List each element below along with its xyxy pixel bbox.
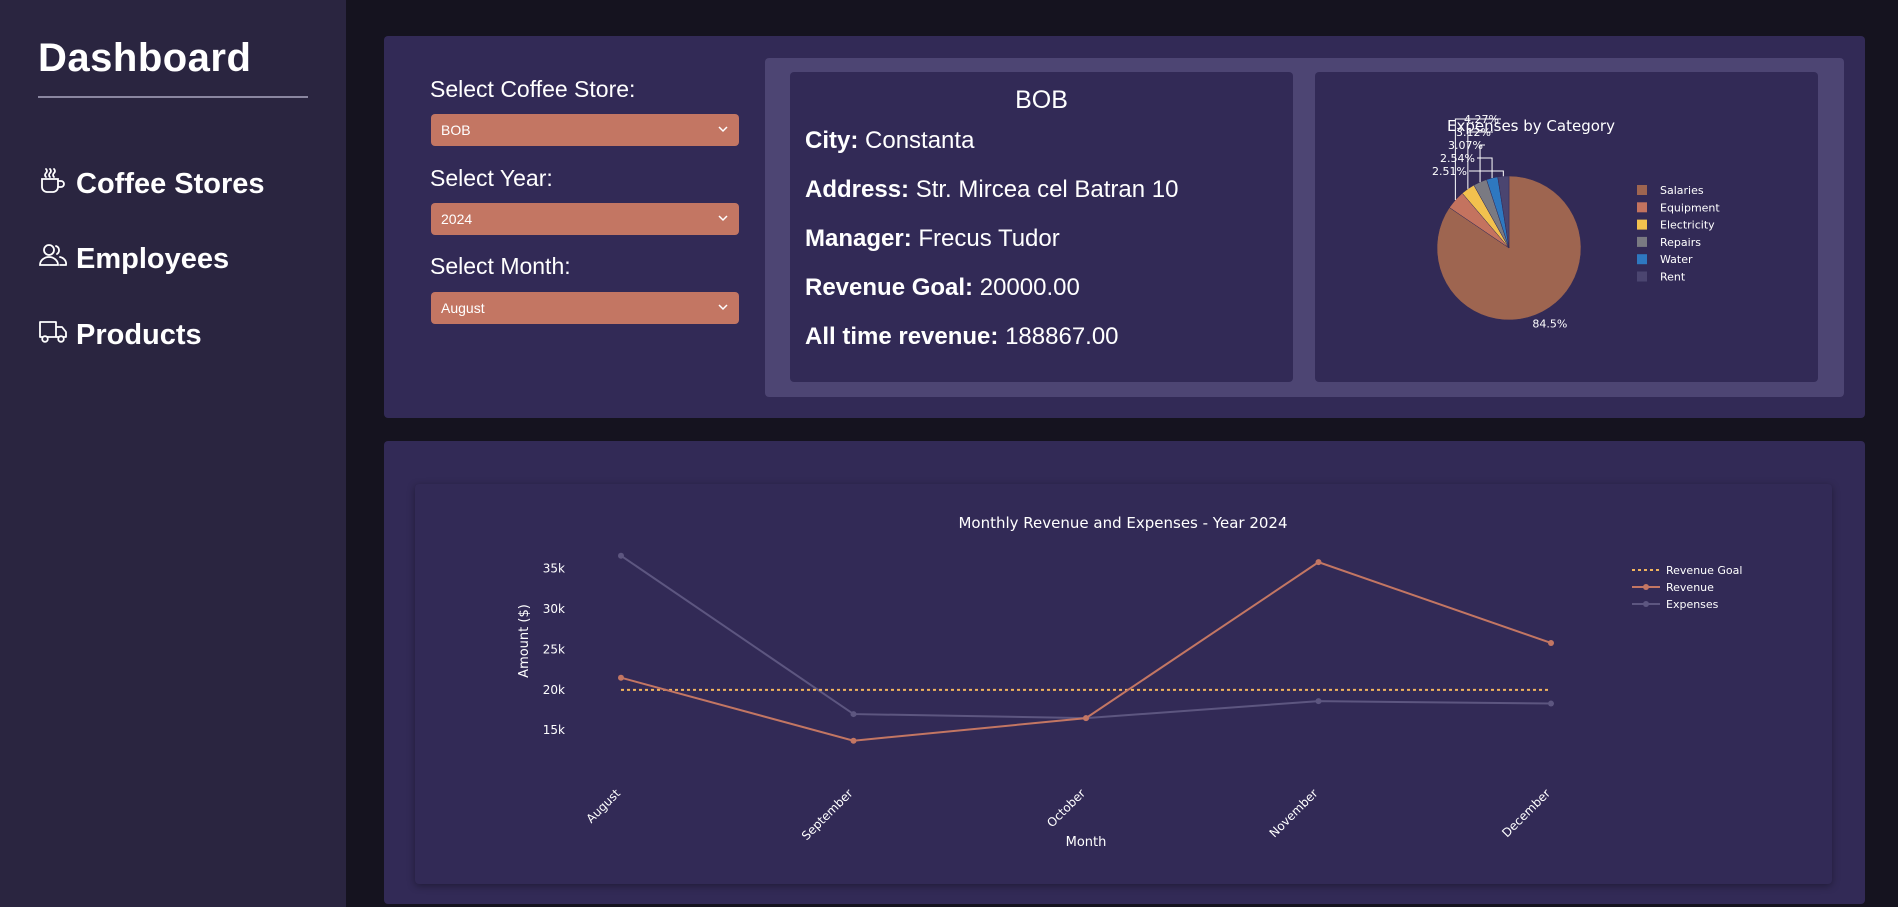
store-select-value: BOB	[441, 122, 471, 138]
x-tick-label-august: August	[584, 786, 624, 826]
x-tick-label-september: September	[799, 786, 856, 843]
y-tick-label: 15k	[543, 723, 565, 737]
pie-value-label: 84.5%	[1532, 317, 1567, 330]
series-point-revenue[interactable]	[1315, 559, 1322, 566]
legend-label-electricity: Electricity	[1660, 219, 1715, 232]
sidebar-item-label: Coffee Stores	[76, 167, 265, 200]
expenses-pie-card: Expenses by Category 84.5% 4.27% 3.12% 3.07…	[1315, 72, 1818, 382]
chevron-down-icon	[717, 211, 729, 227]
legend-swatch	[1637, 271, 1647, 282]
users-icon	[38, 240, 68, 278]
sidebar-item-label: Products	[76, 318, 202, 351]
store-select[interactable]: BOB	[431, 114, 739, 146]
legend-label-revenue-goal[interactable]: Revenue Goal	[1666, 564, 1742, 577]
year-select-label: Select Year:	[430, 165, 553, 191]
y-axis-label: Amount ($)	[517, 604, 532, 678]
city-label: City:	[805, 127, 859, 154]
legend-label-repairs: Repairs	[1660, 236, 1701, 249]
series-point-expenses[interactable]	[850, 711, 857, 718]
address-label: Address:	[805, 176, 910, 203]
legend-label-revenue[interactable]: Revenue	[1666, 581, 1714, 594]
month-select-value: August	[441, 300, 485, 316]
series-point-revenue[interactable]	[850, 737, 857, 744]
legend-swatch	[1637, 185, 1647, 195]
series-point-expenses[interactable]	[1315, 698, 1322, 705]
legend-swatch	[1637, 219, 1647, 230]
sidebar: Dashboard Coffee Stores Employees Produc…	[0, 0, 346, 907]
y-tick-label: 20k	[543, 683, 565, 697]
store-name: BOB	[1015, 86, 1068, 114]
x-axis-label: Month	[1066, 835, 1107, 850]
sidebar-divider	[38, 96, 308, 98]
alltime-value: 188867.00	[1005, 323, 1119, 350]
series-point-revenue[interactable]	[618, 674, 624, 681]
legend-swatch	[1637, 236, 1647, 247]
x-tick-label-october: October	[1044, 786, 1088, 830]
series-line-expenses	[620, 554, 1552, 720]
x-tick-label-december: December	[1499, 786, 1553, 840]
legend-swatch	[1637, 254, 1647, 265]
coffee-icon	[38, 165, 68, 203]
store-address: Address: Str. Mircea cel Batran 10	[805, 176, 1178, 204]
store-alltime-revenue: All time revenue: 188867.00	[805, 323, 1119, 351]
pie-value-label: 2.54%	[1440, 152, 1475, 165]
revenue-line-chart: Monthly Revenue and Expenses - Year 2024…	[517, 514, 1742, 850]
series-point-expenses[interactable]	[618, 552, 624, 559]
legend-label-rent: Rent	[1660, 271, 1686, 284]
legend-label-expenses[interactable]: Expenses	[1666, 598, 1719, 611]
pie-leader-line	[1477, 157, 1493, 179]
chevron-down-icon	[717, 300, 729, 316]
year-select-value: 2024	[441, 211, 473, 227]
pie-value-label: 3.12%	[1456, 126, 1491, 139]
pie-value-label: 4.27%	[1464, 113, 1499, 126]
goal-label: Revenue Goal:	[805, 274, 974, 301]
legend-label-salaries: Salaries	[1660, 184, 1704, 197]
store-city: City: Constanta	[805, 127, 974, 155]
legend-label-water: Water	[1660, 253, 1693, 266]
revenue-chart-card: Monthly Revenue and Expenses - Year 2024…	[415, 484, 1832, 884]
sidebar-item-coffee-stores[interactable]: Coffee Stores	[38, 165, 265, 203]
legend-label-equipment: Equipment	[1660, 201, 1720, 214]
x-tick-label-november: November	[1267, 786, 1321, 840]
pie-leader-line	[1469, 170, 1504, 177]
series-point-revenue[interactable]	[1083, 715, 1089, 722]
month-select[interactable]: August	[431, 292, 739, 324]
city-value: Constanta	[865, 127, 975, 154]
year-select[interactable]: 2024	[431, 203, 739, 235]
sidebar-title: Dashboard	[38, 36, 252, 80]
legend-swatch	[1637, 202, 1647, 213]
sidebar-item-label: Employees	[76, 242, 230, 275]
series-point-revenue[interactable]	[1548, 639, 1554, 646]
pie-value-label: 2.51%	[1432, 165, 1467, 178]
month-select-label: Select Month:	[430, 253, 571, 279]
legend-marker	[1643, 601, 1649, 607]
pie-value-label: 3.07%	[1448, 139, 1483, 152]
sidebar-item-employees[interactable]: Employees	[38, 240, 229, 278]
series-point-expenses[interactable]	[1548, 700, 1554, 707]
legend-marker	[1643, 584, 1649, 590]
store-manager: Manager: Frecus Tudor	[805, 225, 1060, 253]
manager-value: Frecus Tudor	[918, 225, 1060, 252]
y-tick-label: 35k	[543, 562, 565, 576]
store-revenue-goal: Revenue Goal: 20000.00	[805, 274, 1080, 302]
expenses-pie-chart: Expenses by Category 84.5%4.27%3.12%3.07…	[1432, 113, 1720, 330]
y-tick-label: 25k	[543, 642, 565, 656]
sidebar-item-products[interactable]: Products	[38, 316, 202, 354]
line-chart-title: Monthly Revenue and Expenses - Year 2024	[958, 514, 1287, 532]
manager-label: Manager:	[805, 225, 912, 252]
truck-icon	[38, 316, 68, 354]
address-value: Str. Mircea cel Batran 10	[915, 176, 1179, 203]
alltime-label: All time revenue:	[805, 323, 999, 350]
y-tick-label: 30k	[543, 602, 565, 616]
chevron-down-icon	[717, 122, 729, 138]
goal-value: 20000.00	[979, 274, 1080, 301]
store-select-label: Select Coffee Store:	[430, 76, 636, 102]
